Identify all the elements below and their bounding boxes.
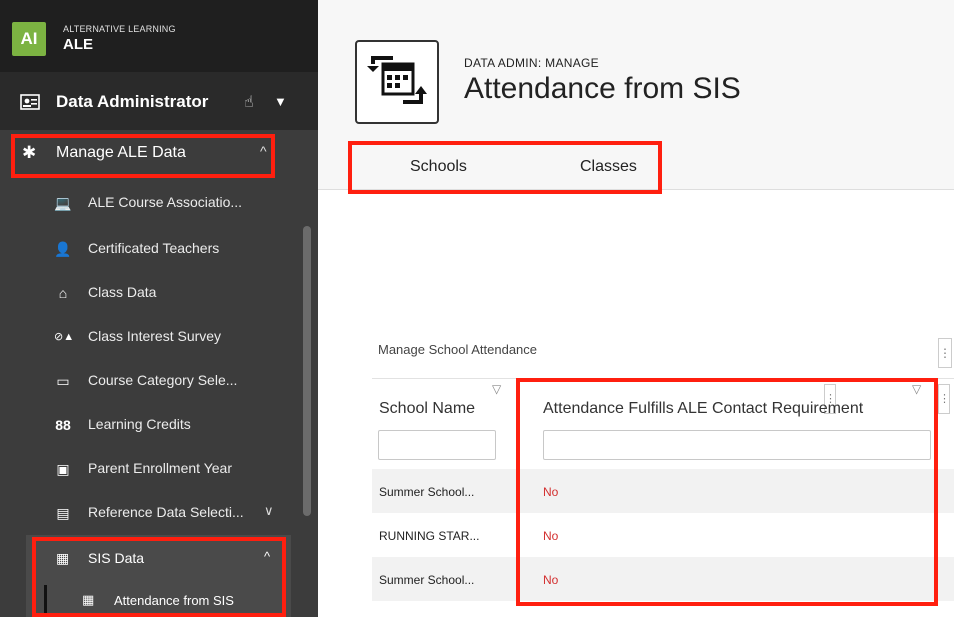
calendar-icon: ▦ bbox=[56, 550, 70, 566]
column-label: School Name bbox=[379, 400, 476, 417]
teacher-icon: 👤 bbox=[54, 241, 72, 257]
sidebar-item-class-data[interactable]: ⌂ Class Data bbox=[0, 272, 300, 312]
form-icon: ▣ bbox=[56, 461, 70, 477]
gear-icon: ✱ bbox=[22, 143, 37, 162]
brand-subtitle: ALTERNATIVE LEARNING bbox=[63, 24, 176, 34]
sidebar-item-parent-enrollment-year[interactable]: ▣ Parent Enrollment Year bbox=[0, 448, 300, 488]
column-header-attendance-fulfills[interactable]: ▽ Attendance Fulfills ALE Contact Requir… bbox=[538, 378, 938, 422]
main-content: DATA ADMIN: MANAGE Attendance from SIS S… bbox=[318, 0, 954, 617]
school-name-cell: Summer School... bbox=[379, 573, 475, 587]
sidebar-item-certificated-teachers[interactable]: 👤 Certificated Teachers bbox=[0, 228, 300, 268]
hand-icon[interactable]: ☝ bbox=[244, 92, 254, 112]
school-name-filter-input[interactable] bbox=[378, 430, 496, 460]
sidebar-section-manage-ale-data[interactable]: ✱ Manage ALE Data ^ bbox=[0, 130, 318, 176]
sidebar-item-label: Course Category Sele... bbox=[88, 372, 238, 388]
tab-schools[interactable]: Schools bbox=[410, 158, 467, 176]
credits-icon: 88 bbox=[55, 417, 71, 433]
sidebar-item-label: ALE Course Associatio... bbox=[88, 194, 243, 210]
filter-icon[interactable]: ▽ bbox=[492, 382, 501, 396]
laptop-user-icon: 💻 bbox=[54, 195, 72, 211]
brand-header[interactable]: AI ALTERNATIVE LEARNING ALE bbox=[0, 0, 318, 72]
section-label: Manage ALE Data bbox=[56, 144, 186, 161]
table-row[interactable]: Summer School... No bbox=[372, 557, 954, 601]
column-label: Attendance Fulfills ALE Contact Requirem… bbox=[543, 400, 864, 417]
survey-icon: ⊘▲ bbox=[54, 331, 75, 343]
sidebar-item-attendance-from-sis[interactable]: ▦ Attendance from SIS bbox=[44, 585, 291, 617]
attendance-filter-input[interactable] bbox=[543, 430, 931, 460]
attendance-cell: No bbox=[543, 529, 559, 543]
clipboard-icon: ▤ bbox=[56, 505, 70, 521]
school-name-cell: Summer School... bbox=[379, 485, 475, 499]
page-title: Attendance from SIS bbox=[464, 72, 741, 105]
role-label: Data Administrator bbox=[56, 92, 209, 111]
sidebar-item-label: Parent Enrollment Year bbox=[88, 460, 232, 476]
attendance-calendar-icon bbox=[355, 40, 439, 124]
brand-name: ALE bbox=[63, 36, 93, 53]
sidebar-item-course-category-selection[interactable]: ▭ Course Category Sele... bbox=[0, 360, 300, 400]
attendance-cell: No bbox=[543, 485, 559, 499]
sidebar-item-class-interest-survey[interactable]: ⊘▲ Class Interest Survey bbox=[0, 316, 300, 356]
app-logo: AI bbox=[12, 22, 46, 56]
sidebar-item-label: Learning Credits bbox=[88, 416, 191, 432]
page-header: DATA ADMIN: MANAGE Attendance from SIS S… bbox=[318, 0, 954, 190]
caret-down-icon[interactable]: ▼ bbox=[274, 94, 287, 109]
sidebar-item-label: Class Data bbox=[88, 284, 157, 300]
sidebar-scrollbar[interactable] bbox=[303, 226, 311, 516]
sidebar-item-label: Class Interest Survey bbox=[88, 328, 222, 344]
id-card-icon bbox=[20, 94, 40, 110]
page-pretitle: DATA ADMIN: MANAGE bbox=[464, 56, 599, 70]
sidebar: AI ALTERNATIVE LEARNING ALE Data Adminis… bbox=[0, 0, 318, 617]
monitor-icon: ▭ bbox=[56, 373, 70, 389]
sidebar-item-label: Attendance from SIS bbox=[114, 593, 234, 608]
tab-classes[interactable]: Classes bbox=[580, 158, 637, 176]
filter-icon[interactable]: ▽ bbox=[912, 382, 921, 396]
grid-title: Manage School Attendance bbox=[378, 342, 538, 357]
school-name-cell: RUNNING STAR... bbox=[379, 529, 480, 543]
sidebar-item-learning-credits[interactable]: 88 Learning Credits bbox=[0, 404, 300, 444]
column-menu-icon[interactable]: ⋮ bbox=[938, 384, 950, 414]
table-row[interactable]: RUNNING STAR... No bbox=[372, 513, 954, 557]
sidebar-item-ale-course-association[interactable]: 💻 ALE Course Associatio... bbox=[0, 182, 300, 222]
chevron-up-icon: ^ bbox=[260, 143, 267, 159]
chevron-up-icon: ^ bbox=[264, 549, 271, 564]
sidebar-item-label: Certificated Teachers bbox=[88, 240, 220, 256]
school-icon: ⌂ bbox=[58, 285, 68, 301]
grid-menu-icon[interactable]: ⋮ bbox=[938, 338, 952, 368]
attendance-cell: No bbox=[543, 573, 559, 587]
sidebar-item-label: SIS Data bbox=[88, 550, 145, 566]
calendar-icon: ▦ bbox=[82, 592, 95, 607]
sidebar-item-label: Reference Data Selecti... bbox=[88, 504, 244, 520]
active-indicator bbox=[44, 585, 47, 617]
sidebar-item-reference-data-selection[interactable]: ▤ Reference Data Selecti... ∨ bbox=[0, 492, 300, 532]
chevron-down-icon: ∨ bbox=[264, 503, 274, 518]
column-header-school-name[interactable]: ▽ School Name bbox=[372, 378, 517, 422]
sidebar-item-sis-data[interactable]: ▦ SIS Data ^ bbox=[26, 535, 291, 581]
table-row[interactable]: Summer School... No bbox=[372, 469, 954, 513]
role-switcher[interactable]: Data Administrator ☝ ▼ bbox=[0, 72, 318, 130]
